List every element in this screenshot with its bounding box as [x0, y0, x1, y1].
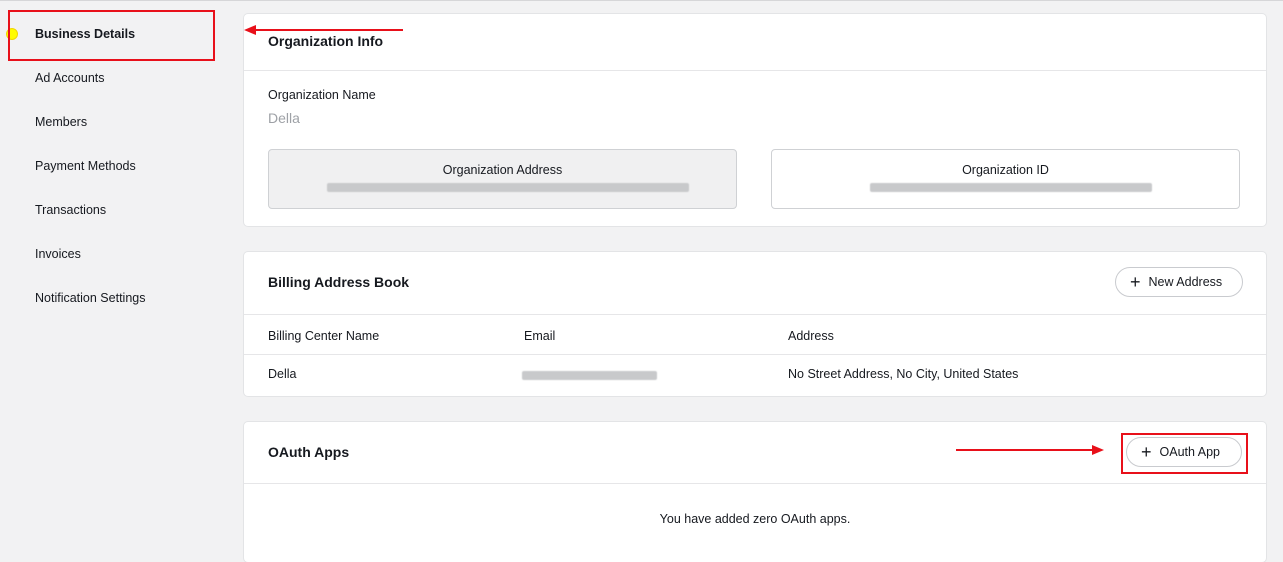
sidebar-item-invoices[interactable]: Invoices — [35, 244, 81, 264]
annotation-arrow-line — [956, 449, 1092, 451]
column-header-email: Email — [524, 329, 556, 343]
sidebar-item-ad-accounts[interactable]: Ad Accounts — [35, 68, 105, 88]
oauth-empty-message: You have added zero OAuth apps. — [659, 512, 851, 526]
card-divider — [244, 70, 1266, 71]
sidebar-item-members[interactable]: Members — [35, 112, 87, 132]
organization-info-title: Organization Info — [268, 33, 384, 49]
organization-address-box: Organization Address — [268, 149, 737, 209]
organization-id-redacted — [870, 183, 1152, 192]
new-address-button[interactable]: + New Address — [1115, 267, 1243, 297]
sidebar-item-notification-settings[interactable]: Notification Settings — [35, 288, 145, 308]
row-email-redacted — [522, 371, 657, 380]
card-divider — [244, 483, 1266, 484]
new-address-label: New Address — [1148, 275, 1223, 289]
organization-id-label: Organization ID — [962, 163, 1049, 177]
column-header-billing-center-name: Billing Center Name — [268, 329, 380, 343]
row-address: No Street Address, No City, United State… — [788, 367, 1019, 381]
organization-info-card: Organization Info Organization Name Dell… — [244, 14, 1266, 226]
annotation-arrowhead-right — [1092, 445, 1104, 455]
annotation-box-oauth-app — [1121, 433, 1248, 474]
sidebar: Business Details Ad Accounts Members Pay… — [0, 0, 230, 550]
organization-address-redacted — [327, 183, 689, 192]
organization-address-label: Organization Address — [442, 163, 563, 177]
row-billing-center-name: Della — [268, 367, 297, 381]
oauth-apps-card: OAuth Apps + OAuth App You have added ze… — [244, 422, 1266, 562]
organization-id-box: Organization ID — [771, 149, 1240, 209]
billing-address-book-card: Billing Address Book + New Address Billi… — [244, 252, 1266, 396]
sidebar-item-payment-methods[interactable]: Payment Methods — [35, 156, 136, 176]
organization-name-value: Della — [268, 110, 300, 126]
oauth-apps-title: OAuth Apps — [268, 444, 350, 460]
column-header-address: Address — [788, 329, 834, 343]
plus-icon: + — [1130, 272, 1141, 292]
annotation-box-business-details — [8, 10, 215, 61]
organization-name-label: Organization Name — [268, 88, 376, 102]
billing-address-book-title: Billing Address Book — [268, 274, 410, 290]
annotation-arrow-line — [254, 29, 403, 31]
sidebar-item-transactions[interactable]: Transactions — [35, 200, 106, 220]
card-divider — [244, 314, 1266, 315]
table-divider — [244, 354, 1266, 355]
